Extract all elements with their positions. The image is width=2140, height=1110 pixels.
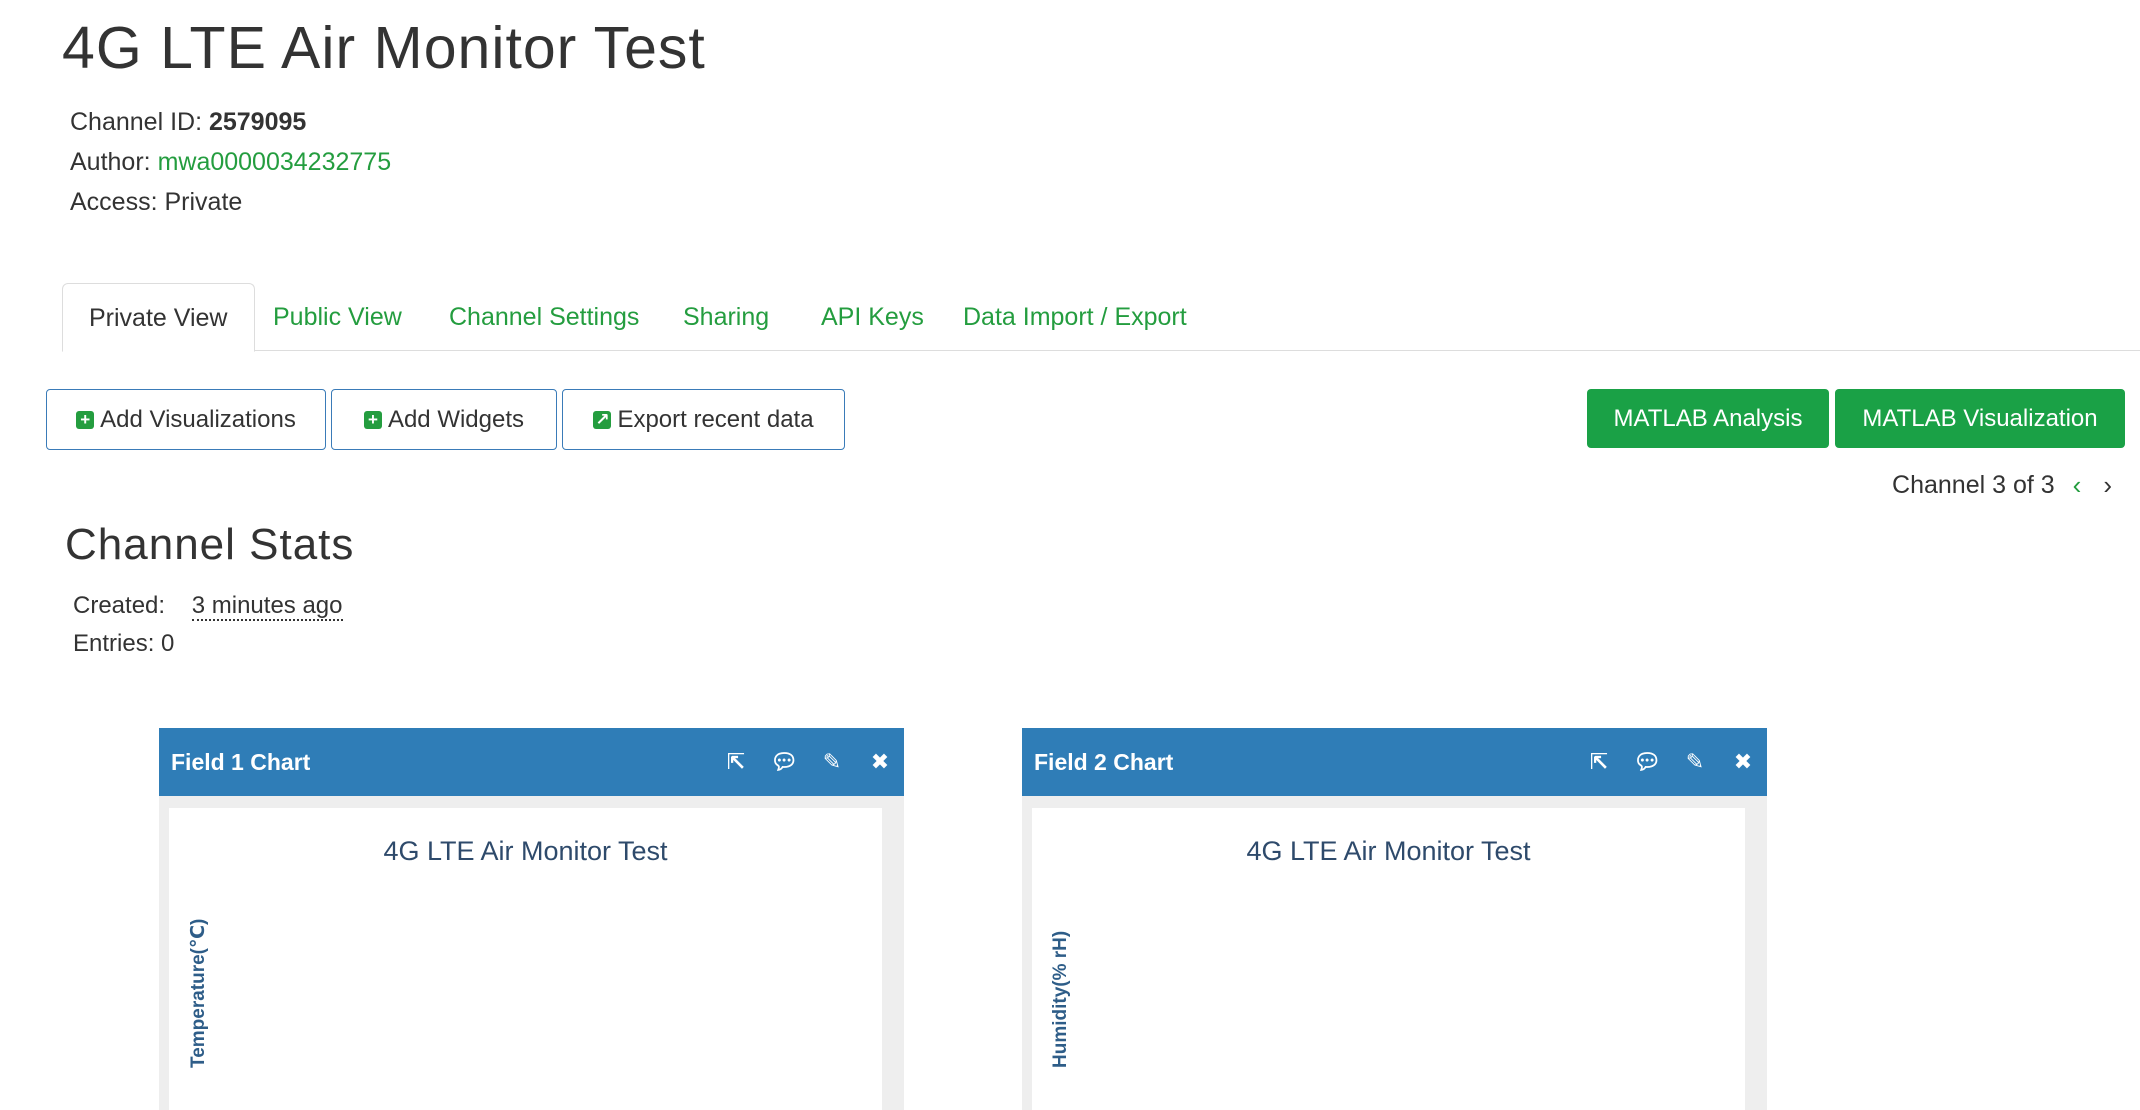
external-link-square-icon: ↗: [593, 409, 612, 429]
access-label: Access:: [70, 188, 165, 216]
channel-id-value: 2579095: [208, 108, 307, 136]
panel-title: Field 2 Chart: [1034, 748, 1174, 775]
created-row: Created: 3 minutes ago: [73, 587, 343, 625]
page-title: 4G LTE Air Monitor Test: [62, 15, 706, 81]
pencil-icon[interactable]: ✎: [808, 749, 856, 775]
panel-header: Field 2 Chart ⇱ 💬︎ ✎ ✖: [1022, 728, 1767, 796]
chart-area: 4G LTE Air Monitor Test Humidity(% rH): [1032, 808, 1745, 1110]
panel-title: Field 1 Chart: [171, 748, 311, 775]
field-2-chart-panel: Field 2 Chart ⇱ 💬︎ ✎ ✖ 4G LTE Air Monito…: [1022, 728, 1767, 1110]
close-icon[interactable]: ✖: [1719, 749, 1767, 775]
author-row: Author: mwa0000034232775: [70, 142, 391, 182]
chart-title: 4G LTE Air Monitor Test: [383, 836, 668, 866]
export-recent-data-label: Export recent data: [617, 405, 814, 433]
chevron-left-icon[interactable]: ‹: [2073, 470, 2082, 501]
access-value: Private: [164, 188, 243, 216]
plus-square-icon: +: [363, 410, 382, 429]
matlab-analysis-button[interactable]: MATLAB Analysis: [1587, 389, 1829, 448]
field-1-chart-panel: Field 1 Chart ⇱ 💬︎ ✎ ✖ 4G LTE Air Monito…: [159, 728, 904, 1110]
channel-page: 4G LTE Air Monitor Test Channel ID: 2579…: [0, 0, 2140, 1110]
chart-area: 4G LTE Air Monitor Test Temperature(℃): [169, 808, 882, 1110]
entries-value: 0: [161, 630, 175, 657]
add-widgets-label: Add Widgets: [387, 405, 525, 433]
pencil-icon[interactable]: ✎: [1671, 749, 1719, 775]
created-value: 3 minutes ago: [191, 592, 343, 621]
tab-api-keys[interactable]: API Keys: [821, 283, 924, 351]
channel-tabs: Private View Public View Channel Setting…: [62, 283, 2140, 352]
entries-label: Entries:: [73, 630, 162, 657]
author-link[interactable]: mwa0000034232775: [158, 148, 392, 176]
channel-stats-title: Channel Stats: [65, 520, 355, 569]
access-row: Access: Private: [70, 182, 391, 222]
chart-title: 4G LTE Air Monitor Test: [1246, 836, 1531, 866]
channel-pager-text: Channel 3 of 3: [1892, 471, 2055, 499]
tab-public-view[interactable]: Public View: [273, 283, 402, 351]
author-label: Author:: [70, 148, 158, 176]
add-visualizations-label: Add Visualizations: [100, 405, 296, 433]
tab-private-view[interactable]: Private View: [62, 283, 255, 352]
chevron-right-icon[interactable]: ›: [2103, 470, 2112, 501]
comment-icon[interactable]: 💬︎: [1623, 749, 1671, 775]
export-recent-data-button[interactable]: ↗ Export recent data: [562, 389, 845, 450]
channel-stats: Created: 3 minutes ago Entries: 0: [73, 587, 343, 663]
tab-sharing[interactable]: Sharing: [683, 283, 769, 351]
panel-header: Field 1 Chart ⇱ 💬︎ ✎ ✖: [159, 728, 904, 796]
add-widgets-button[interactable]: + Add Widgets: [331, 389, 557, 450]
channel-id-row: Channel ID: 2579095: [70, 102, 391, 142]
y-axis-label: Humidity(% rH): [1050, 930, 1071, 1068]
created-label: Created:: [73, 592, 166, 619]
add-visualizations-button[interactable]: + Add Visualizations: [46, 389, 326, 450]
matlab-visualization-button[interactable]: MATLAB Visualization: [1835, 389, 2125, 448]
channel-pager: Channel 3 of 3 ‹ ›: [1892, 470, 2112, 501]
tab-data-import-export[interactable]: Data Import / Export: [963, 283, 1187, 351]
plus-square-icon: +: [76, 410, 95, 429]
comment-icon[interactable]: 💬︎: [760, 749, 808, 775]
y-axis-label: Temperature(℃): [188, 918, 209, 1068]
channel-id-label: Channel ID:: [70, 108, 209, 136]
external-link-icon[interactable]: ⇱: [712, 749, 760, 775]
tab-channel-settings[interactable]: Channel Settings: [449, 283, 639, 351]
entries-row: Entries: 0: [73, 625, 343, 663]
channel-meta: Channel ID: 2579095 Author: mwa000003423…: [70, 102, 391, 222]
external-link-icon[interactable]: ⇱: [1575, 749, 1623, 775]
close-icon[interactable]: ✖: [856, 749, 904, 775]
